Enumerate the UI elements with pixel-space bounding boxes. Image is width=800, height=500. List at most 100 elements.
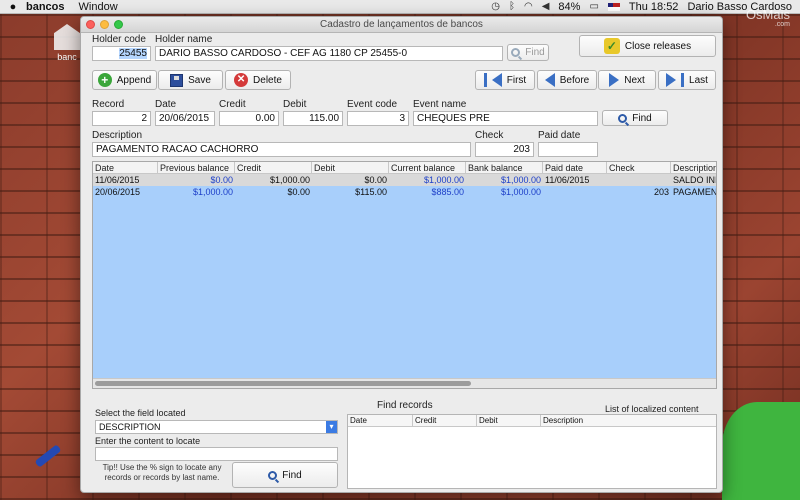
grid-header-cell[interactable]: Description	[671, 162, 716, 174]
holder-find-button[interactable]: Find	[507, 44, 549, 61]
table-row[interactable]: 20/06/2015 $1,000.00 $0.00 $115.00 $885.…	[93, 186, 716, 198]
window-titlebar[interactable]: Cadastro de lançamentos de bancos	[81, 17, 722, 33]
skip-forward-icon	[666, 73, 677, 87]
search-tip-line-2: records or records by last name.	[104, 473, 220, 482]
holder-name-field[interactable]: DARIO BASSO CARDOSO - CEF AG 1180 CP 254…	[155, 46, 503, 61]
record-label: Record	[92, 99, 125, 110]
date-label: Date	[155, 99, 177, 110]
content-label: Enter the content to locate	[95, 436, 201, 446]
releases-grid[interactable]: Date Previous balance Credit Debit Curre…	[92, 161, 717, 389]
holder-code-field[interactable]: 25455	[92, 46, 151, 61]
bluetooth-icon[interactable]: ᛒ	[509, 1, 515, 12]
delete-button[interactable]: ✕ Delete	[225, 70, 291, 90]
previous-record-button[interactable]: Before	[537, 70, 597, 90]
last-label: Last	[689, 74, 708, 86]
grid-cell: $1,000.00	[269, 175, 310, 185]
grid-cell: $1,000.00	[423, 175, 464, 185]
debit-field[interactable]: 115.00	[283, 111, 343, 126]
description-field[interactable]: PAGAMENTO RACAO CACHORRO	[92, 142, 471, 157]
before-label: Before	[559, 74, 590, 86]
next-record-button[interactable]: Next	[598, 70, 656, 90]
localized-list-title: List of localized content	[605, 404, 699, 414]
event-code-field[interactable]: 3	[347, 111, 409, 126]
grid-cell: $0.00	[364, 175, 387, 185]
first-record-button[interactable]: First	[475, 70, 535, 90]
save-button[interactable]: Save	[158, 70, 223, 90]
grid-cell: 20/06/2015	[95, 187, 141, 197]
holder-find-label: Find	[525, 47, 545, 58]
desktop-icon-label: banc	[57, 52, 77, 62]
append-button[interactable]: + Append	[92, 70, 157, 90]
paid-date-field[interactable]	[538, 142, 598, 157]
last-bar-icon	[681, 73, 685, 87]
grid-header: Date Previous balance Credit Debit Curre…	[93, 162, 716, 174]
brand-logo: OsMais .com	[746, 8, 790, 30]
floppy-disk-icon	[170, 73, 184, 87]
close-window-icon[interactable]	[86, 20, 95, 29]
locate-find-button[interactable]: Find	[232, 462, 338, 488]
zoom-window-icon[interactable]	[114, 20, 123, 29]
credit-field[interactable]: 0.00	[219, 111, 279, 126]
first-bar-icon	[483, 73, 487, 87]
results-header-cell[interactable]: Date	[348, 415, 413, 427]
menu-clock[interactable]: Thu 18:52	[629, 1, 679, 13]
event-find-label: Find	[632, 112, 652, 124]
grid-header-cell[interactable]: Bank balance	[466, 162, 543, 174]
input-source-flag-icon[interactable]	[607, 2, 620, 11]
grid-header-cell[interactable]: Date	[93, 162, 158, 174]
battery-icon[interactable]: ▭	[589, 1, 598, 12]
select-field-label: Select the field located	[95, 408, 186, 418]
grid-cell: $0.00	[210, 175, 233, 185]
scrollbar-thumb[interactable]	[95, 381, 471, 386]
grid-header-cell[interactable]: Previous balance	[158, 162, 235, 174]
results-header-cell[interactable]: Debit	[477, 415, 541, 427]
event-name-label: Event name	[413, 99, 467, 110]
skip-back-icon	[491, 73, 502, 87]
credit-label: Credit	[219, 99, 246, 110]
localized-results-list[interactable]: Date Credit Debit Description	[347, 414, 717, 489]
close-releases-button[interactable]: ✓ Close releases	[579, 35, 716, 57]
results-header-cell[interactable]: Description	[541, 415, 716, 427]
debit-label: Debit	[283, 99, 307, 110]
chevron-down-icon: ▾	[326, 421, 337, 433]
battery-percent[interactable]: 84%	[558, 1, 580, 13]
minimize-window-icon[interactable]	[100, 20, 109, 29]
apple-menu-icon[interactable]: ●	[0, 1, 26, 13]
app-menu[interactable]: bancos	[26, 1, 65, 13]
delete-x-icon: ✕	[234, 73, 249, 87]
date-field[interactable]: 20/06/2015	[155, 111, 215, 126]
wifi-icon[interactable]: ◠	[524, 1, 533, 12]
plus-icon: +	[97, 73, 112, 87]
table-row[interactable]: 11/06/2015 $0.00 $1,000.00 $0.00 $1,000.…	[93, 174, 716, 186]
event-find-button[interactable]: Find	[602, 110, 668, 126]
desktop-bank-icon[interactable]: banc	[54, 24, 80, 64]
time-machine-icon[interactable]: ◷	[491, 1, 500, 12]
grid-cell: PAGAMENT	[673, 187, 717, 197]
bank-releases-window: Cadastro de lançamentos de bancos Holder…	[80, 16, 723, 493]
grid-horizontal-scrollbar[interactable]	[93, 378, 716, 388]
window-menu[interactable]: Window	[79, 1, 118, 13]
grid-header-cell[interactable]: Debit	[312, 162, 389, 174]
grid-header-cell[interactable]: Paid date	[543, 162, 607, 174]
grid-cell: $885.00	[431, 187, 464, 197]
grid-header-cell[interactable]: Credit	[235, 162, 312, 174]
description-label: Description	[92, 130, 143, 141]
append-label: Append	[116, 74, 152, 86]
field-select[interactable]: DESCRIPTION ▾	[95, 420, 338, 434]
event-name-field[interactable]: CHEQUES PRE	[413, 111, 598, 126]
window-title: Cadastro de lançamentos de bancos	[320, 19, 483, 30]
field-select-value: DESCRIPTION	[99, 422, 161, 432]
content-search-input[interactable]	[95, 447, 338, 461]
volume-icon[interactable]: ◀	[542, 1, 550, 12]
grid-header-cell[interactable]: Check	[607, 162, 671, 174]
grid-cell	[543, 186, 607, 198]
results-header-cell[interactable]: Credit	[413, 415, 477, 427]
last-record-button[interactable]: Last	[658, 70, 716, 90]
check-field[interactable]: 203	[475, 142, 534, 157]
menu-bar: ● bancos Window ◷ ᛒ ◠ ◀ 84% ▭ Thu 18:52 …	[0, 0, 800, 14]
grid-cell: 203	[653, 187, 669, 197]
grid-cell: $1,000.00	[500, 175, 541, 185]
record-field[interactable]: 2	[92, 111, 151, 126]
locate-find-label: Find	[282, 469, 302, 481]
grid-header-cell[interactable]: Current balance	[389, 162, 466, 174]
